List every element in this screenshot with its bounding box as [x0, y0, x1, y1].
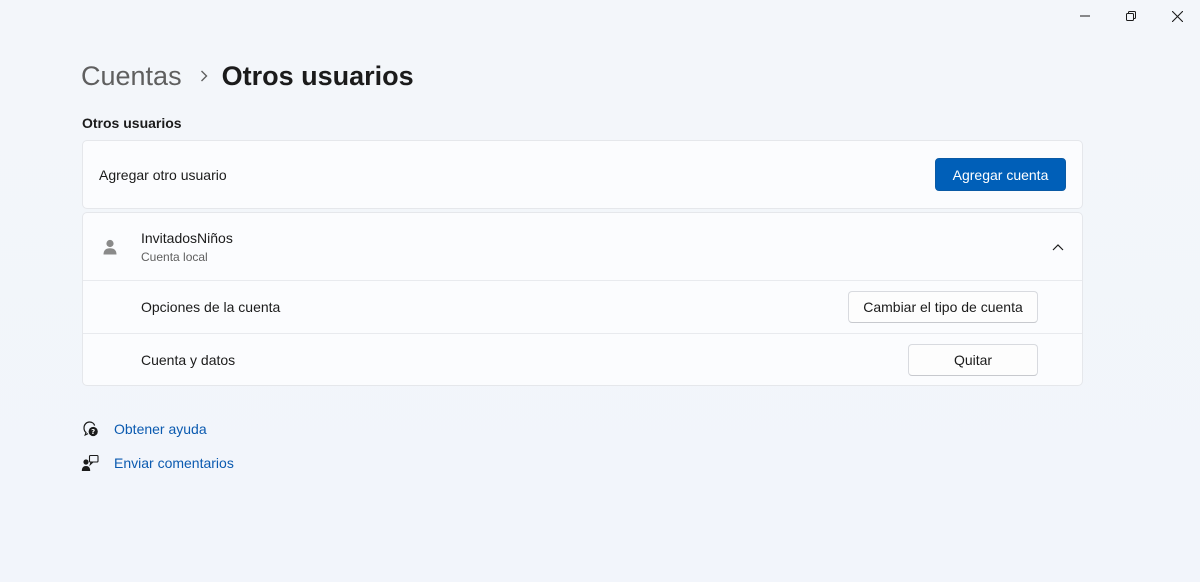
send-feedback-row[interactable]: Enviar comentarios	[81, 453, 234, 473]
user-card: InvitadosNiños Cuenta local Opciones de …	[82, 212, 1083, 386]
add-account-button[interactable]: Agregar cuenta	[935, 158, 1066, 191]
account-options-label: Opciones de la cuenta	[141, 299, 281, 315]
chevron-up-icon[interactable]	[1050, 239, 1066, 255]
remove-account-button[interactable]: Quitar	[908, 343, 1038, 376]
window-controls	[1062, 0, 1200, 32]
add-user-card: Agregar otro usuario Agregar cuenta	[82, 140, 1083, 209]
user-account-type: Cuenta local	[141, 249, 208, 264]
user-name: InvitadosNiños	[141, 229, 233, 246]
person-icon	[99, 236, 121, 258]
help-icon: ?	[81, 420, 99, 438]
settings-window: Cuentas Otros usuarios Otros usuarios Ag…	[0, 0, 1200, 582]
svg-text:?: ?	[91, 428, 95, 436]
chevron-right-icon	[200, 70, 208, 82]
send-feedback-link[interactable]: Enviar comentarios	[114, 455, 234, 471]
minimize-icon	[1080, 15, 1090, 17]
close-icon	[1171, 10, 1183, 22]
breadcrumb: Cuentas Otros usuarios	[81, 58, 414, 94]
account-data-row: Cuenta y datos Quitar	[83, 333, 1082, 385]
change-account-type-button[interactable]: Cambiar el tipo de cuenta	[848, 291, 1038, 323]
breadcrumb-parent-link[interactable]: Cuentas	[81, 61, 182, 92]
account-options-row: Opciones de la cuenta Cambiar el tipo de…	[83, 281, 1082, 333]
user-expander-header[interactable]: InvitadosNiños Cuenta local	[83, 213, 1082, 281]
page-title: Otros usuarios	[221, 60, 414, 91]
restore-button[interactable]	[1108, 0, 1154, 32]
get-help-link[interactable]: Obtener ayuda	[114, 421, 207, 437]
minimize-button[interactable]	[1062, 0, 1108, 32]
restore-icon	[1126, 11, 1136, 21]
account-data-label: Cuenta y datos	[141, 351, 236, 368]
section-title: Otros usuarios	[82, 115, 182, 131]
add-user-label: Agregar otro usuario	[99, 166, 227, 183]
user-info: InvitadosNiños Cuenta local	[141, 230, 233, 264]
feedback-icon	[81, 454, 99, 472]
close-button[interactable]	[1154, 0, 1200, 32]
get-help-row[interactable]: ? Obtener ayuda	[81, 419, 234, 439]
help-links: ? Obtener ayuda Enviar comentarios	[81, 419, 234, 487]
